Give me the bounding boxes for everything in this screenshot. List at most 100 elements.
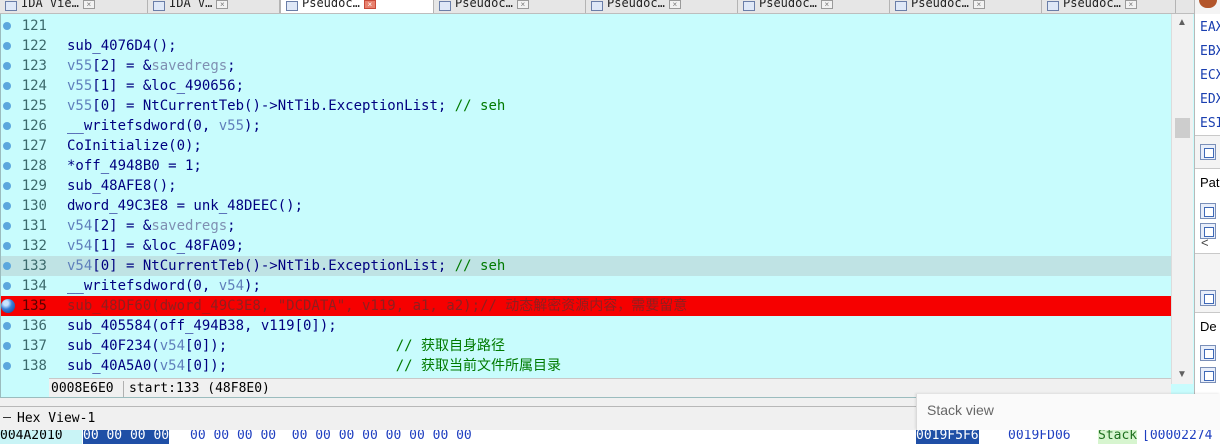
line-marker-icon[interactable] xyxy=(3,102,11,110)
code-text[interactable]: v55[0] = NtCurrentTeb()->NtTib.Exception… xyxy=(67,96,505,116)
code-line[interactable]: 126 __writefsdword(0, v55); xyxy=(1,116,1171,136)
code-line[interactable]: 124 v55[1] = &loc_490656; xyxy=(1,76,1171,96)
register-ebx[interactable]: EBX xyxy=(1200,42,1220,62)
tab-label: IDA Vie… xyxy=(21,0,79,10)
code-text[interactable]: v55[2] = &savedregs; xyxy=(67,56,236,76)
register-edx[interactable]: EDX xyxy=(1200,90,1220,110)
tab-scroll-arrows[interactable] xyxy=(1176,0,1194,13)
code-line[interactable]: 121 xyxy=(1,16,1171,36)
vertical-scrollbar[interactable]: ▲ ▼ xyxy=(1171,14,1193,384)
scroll-left-arrow-icon[interactable]: < xyxy=(1201,235,1209,250)
line-marker-icon[interactable] xyxy=(3,82,11,90)
code-line[interactable]: 134 __writefsdword(0, v54); xyxy=(1,276,1171,296)
code-token: __writefsdword(0, xyxy=(67,278,219,294)
line-marker-icon[interactable] xyxy=(3,182,11,190)
code-line[interactable]: 137 sub_40F234(v54[0]); // 获取自身路径 xyxy=(1,336,1171,356)
tab-7[interactable]: Pseudoc… × xyxy=(890,0,1042,13)
tab-8[interactable]: Pseudoc… × xyxy=(1042,0,1176,13)
code-line[interactable]: 131 v54[2] = &savedregs; xyxy=(1,216,1171,236)
line-number: 128 xyxy=(21,158,47,174)
tab-3[interactable]: Pseudoc… × xyxy=(280,0,434,13)
code-line[interactable]: 127 CoInitialize(0); xyxy=(1,136,1171,156)
code-line[interactable]: 129 sub_48AFE8(); xyxy=(1,176,1171,196)
code-text[interactable]: v54[0] = NtCurrentTeb()->NtTib.Exception… xyxy=(67,256,505,276)
code-text[interactable]: CoInitialize(0); xyxy=(67,136,202,156)
code-text[interactable]: v55[1] = &loc_490656; xyxy=(67,76,244,96)
scroll-down-arrow-icon[interactable]: ▼ xyxy=(1177,370,1187,380)
code-text[interactable]: v54[1] = &loc_48FA09; xyxy=(67,236,244,256)
side-panel-2: De xyxy=(1195,312,1220,398)
view-toggle-icon[interactable] xyxy=(1200,144,1216,160)
tab-2[interactable]: IDA V… × xyxy=(148,0,280,13)
code-token: CoInitialize(0); xyxy=(67,138,202,154)
code-text[interactable]: sub_48AFE8(); xyxy=(67,176,177,196)
close-icon[interactable]: × xyxy=(516,0,529,9)
code-line[interactable]: 138 sub_40A5A0(v54[0]); // 获取当前文件所属目录 xyxy=(1,356,1171,376)
line-marker-icon[interactable] xyxy=(3,242,11,250)
register-ecx[interactable]: ECX xyxy=(1200,66,1220,86)
line-marker-icon[interactable] xyxy=(3,262,11,270)
stack-view-content[interactable]: 0019F5F6 0019FD06 Stack [00002274 xyxy=(916,430,1220,444)
line-marker-icon[interactable] xyxy=(3,322,11,330)
code-token: v55 xyxy=(218,118,245,134)
code-line[interactable]: 132 v54[1] = &loc_48FA09; xyxy=(1,236,1171,256)
line-marker-icon[interactable] xyxy=(3,342,11,350)
tab-1[interactable]: IDA Vie… × xyxy=(0,0,148,13)
panel-button-icon[interactable] xyxy=(1200,367,1216,383)
hex-bytes[interactable]: 00 00 00 00 00 00 00 00 00 00 00 00 xyxy=(190,430,472,444)
line-marker-icon[interactable] xyxy=(3,362,11,370)
breakpoint-icon[interactable] xyxy=(1,299,15,313)
code-text[interactable]: __writefsdword(0, v55); xyxy=(67,116,261,136)
line-marker-icon[interactable] xyxy=(3,162,11,170)
code-text[interactable]: dword_49C3E8 = unk_48DEEC(); xyxy=(67,196,303,216)
code-line[interactable]: 123 v55[2] = &savedregs; xyxy=(1,56,1171,76)
line-marker-icon[interactable] xyxy=(3,142,11,150)
line-marker-icon[interactable] xyxy=(3,222,11,230)
tab-5[interactable]: Pseudoc… × xyxy=(586,0,738,13)
code-text[interactable]: __writefsdword(0, v54); xyxy=(67,276,261,296)
code-text[interactable]: sub_405584(off_494B38, v119[0]); xyxy=(67,316,337,336)
code-text[interactable]: sub_48DF60(dword_49C3E8, "DCDATA", v119,… xyxy=(67,296,687,316)
pseudocode-view[interactable]: 121 122 sub_4076D4(); 123 v55[2] = &savedreg… xyxy=(0,14,1194,398)
close-icon[interactable]: × xyxy=(363,0,376,9)
tab-label: IDA V… xyxy=(169,0,213,10)
line-marker-icon[interactable] xyxy=(3,282,11,290)
panel-button-icon[interactable] xyxy=(1200,345,1216,361)
code-text[interactable]: sub_40F234(v54[0]); // 获取自身路径 xyxy=(67,336,505,356)
minimize-icon[interactable] xyxy=(3,417,11,418)
code-text[interactable]: v54[2] = &savedregs; xyxy=(67,216,236,236)
code-text[interactable]: *off_4948B0 = 1; xyxy=(67,156,202,176)
close-icon[interactable]: × xyxy=(668,0,681,9)
close-icon[interactable]: × xyxy=(820,0,833,9)
register-eax[interactable]: EAX xyxy=(1200,18,1220,38)
code-line-breakpoint[interactable]: 135 sub_48DF60(dword_49C3E8, "DCDATA", v1… xyxy=(1,296,1171,316)
code-line[interactable]: 125 v55[0] = NtCurrentTeb()->NtTib.Except… xyxy=(1,96,1171,116)
code-text[interactable]: sub_40A5A0(v54[0]); // 获取当前文件所属目录 xyxy=(67,356,561,376)
line-marker-icon[interactable] xyxy=(3,122,11,130)
code-line[interactable]: 130 dword_49C3E8 = unk_48DEEC(); xyxy=(1,196,1171,216)
register-esi[interactable]: ESI xyxy=(1200,114,1220,134)
tab-4[interactable]: Pseudoc… × xyxy=(434,0,586,13)
stack-address[interactable]: 0019F5F6 xyxy=(916,430,979,444)
code-line[interactable]: 128 *off_4948B0 = 1; xyxy=(1,156,1171,176)
line-marker-icon[interactable] xyxy=(3,22,11,30)
view-toggle-icon[interactable] xyxy=(1200,290,1216,306)
close-icon[interactable]: × xyxy=(82,0,95,9)
close-icon[interactable]: × xyxy=(1124,0,1137,9)
hex-selected-bytes[interactable]: 00 00 00 00 xyxy=(83,430,170,444)
line-marker-icon[interactable] xyxy=(3,202,11,210)
close-icon[interactable]: × xyxy=(216,0,229,9)
line-marker-icon[interactable] xyxy=(3,62,11,70)
scroll-up-arrow-icon[interactable]: ▲ xyxy=(1177,18,1187,28)
line-marker-icon[interactable] xyxy=(3,42,11,50)
hex-view-content[interactable]: 004A2010 00 00 00 00 00 00 00 00 00 00 0… xyxy=(0,430,916,444)
close-icon[interactable]: × xyxy=(972,0,985,9)
tab-6[interactable]: Pseudoc… × xyxy=(738,0,890,13)
code-line[interactable]: 122 sub_4076D4(); xyxy=(1,36,1171,56)
panel-button-icon[interactable] xyxy=(1200,203,1216,219)
code-line[interactable]: 133 v54[0] = NtCurrentTeb()->NtTib.Except… xyxy=(1,256,1171,276)
editor-tab-bar: IDA Vie… × IDA V… × Pseudoc… × Pseudoc… × Pseudo… xyxy=(0,0,1194,14)
code-line[interactable]: 136 sub_405584(off_494B38, v119[0]); xyxy=(1,316,1171,336)
code-text[interactable]: sub_4076D4(); xyxy=(67,36,177,56)
scrollbar-thumb[interactable] xyxy=(1175,118,1190,138)
